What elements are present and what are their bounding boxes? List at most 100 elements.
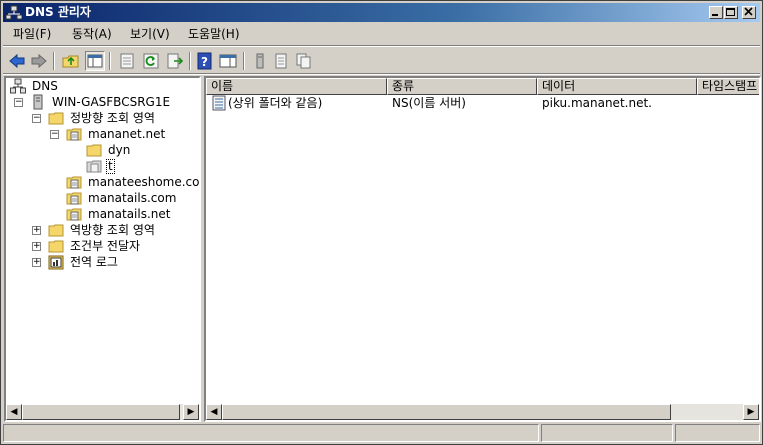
toolbar-separator-line [3,73,760,75]
tree-label: 정방향 조회 영역 [70,111,155,125]
toolbar-separator [109,52,111,70]
console-tree-pane[interactable]: DNS − WIN-GASFBCSRG1E − 정방향 조회 영역 − mana… [4,76,201,422]
zone-file-icon [66,192,82,205]
status-panel-tertiary [675,424,760,442]
folder-icon [86,144,102,157]
dns-app-icon [6,5,22,20]
grey-folder-icon [86,160,102,173]
properties-button[interactable] [117,51,137,71]
show-action-pane-button[interactable] [218,51,238,71]
tree-label: WIN-GASFBCSRG1E [52,95,171,109]
svg-text:?: ? [201,55,208,69]
record-type: NS(이름 서버) [392,96,466,110]
status-panel-secondary [541,424,673,442]
menu-file[interactable]: 파일(F) [13,27,51,41]
toolbar: ? [3,48,760,74]
folder-up-icon [62,55,79,68]
copy-records-button[interactable] [293,51,313,71]
tree-label: 조건부 전달자 [70,239,141,253]
up-one-level-button[interactable] [61,51,81,71]
server-tower-icon [256,53,264,69]
menu-view[interactable]: 보기(V) [130,27,170,41]
expand-icon[interactable]: + [32,242,41,251]
console-tree-icon [87,54,103,68]
export-list-icon [167,53,184,69]
tree-label: 전역 로그 [70,255,118,269]
folder-icon [48,240,64,253]
properties-icon [120,53,134,69]
menu-bar: 파일(F) 동작(A) 보기(V) 도움말(H) [3,24,760,44]
menu-help[interactable]: 도움말(H) [188,27,240,41]
expand-icon[interactable]: + [32,226,41,235]
window-title: DNS 관리자 [25,5,91,19]
column-header-type[interactable]: 종류 [387,78,537,95]
close-icon [744,7,753,16]
back-arrow-icon [9,53,25,69]
column-header-data[interactable]: 데이터 [537,78,697,95]
show-hide-console-tree-button[interactable] [85,51,105,71]
back-button[interactable] [7,51,27,71]
list-horizontal-scrollbar[interactable]: ◀ ▶ [206,404,759,420]
record-icon [212,95,226,111]
toolbar-separator [53,52,55,70]
toolbar-separator [243,52,245,70]
document-list-icon [275,53,287,69]
refresh-icon [143,53,159,69]
expand-icon[interactable]: + [32,258,41,267]
maximize-button[interactable] [724,6,738,19]
tree-label: dyn [108,143,131,157]
results-pane[interactable]: 이름 종류 데이터 타임스탬프 (상위 폴더와 같음) NS(이름 서버) pi… [204,76,761,422]
tree-horizontal-scrollbar[interactable]: ◀ ▶ [6,404,199,420]
zone-file-icon [66,176,82,189]
list-view-button[interactable] [271,51,291,71]
scroll-right-button[interactable]: ▶ [183,404,199,420]
scroll-thumb[interactable] [222,404,671,420]
maximize-icon [726,8,735,16]
collapse-icon[interactable]: − [50,130,59,139]
tree-label: manatails.com [88,191,177,205]
zone-file-icon [66,128,82,141]
event-log-icon [48,255,64,270]
tree-label: mananet.net [88,127,166,141]
record-name: (상위 폴더와 같음) [228,96,323,110]
status-bar [3,424,760,442]
action-pane-icon [219,54,237,68]
folder-icon [48,112,64,125]
tree-label: manatails.net [88,207,171,221]
toolbar-separator [189,52,191,70]
scroll-right-button[interactable]: ▶ [743,404,759,420]
tree-label: manateeshome.com [88,175,201,189]
export-list-button[interactable] [165,51,185,71]
server-icon [33,94,43,110]
tree-label: DNS [32,79,58,93]
column-header-timestamp[interactable]: 타임스탬프 [697,78,759,95]
scroll-left-button[interactable]: ◀ [6,404,22,420]
forward-button[interactable] [29,51,49,71]
refresh-button[interactable] [141,51,161,71]
forward-arrow-icon [31,53,47,69]
column-header-name[interactable]: 이름 [206,78,387,95]
server-button[interactable] [250,51,270,71]
help-button[interactable]: ? [195,51,215,71]
collapse-icon[interactable]: − [14,98,23,107]
tree-label: t [106,159,115,174]
menu-separator [3,45,760,47]
menu-action[interactable]: 동작(A) [72,27,112,41]
table-row[interactable]: (상위 폴더와 같음) NS(이름 서버) piku.mananet.net. [206,95,759,111]
zone-file-icon [66,208,82,221]
minimize-icon [712,14,718,16]
title-bar[interactable]: DNS 관리자 [3,3,760,22]
dns-icon [10,78,26,94]
dns-manager-window: DNS 관리자 파일(F) 동작(A) 보기(V) 도움말(H) ? DNS −… [0,0,763,445]
folder-icon [48,224,64,237]
scroll-thumb[interactable] [22,404,180,420]
tree-label: 역방향 조회 영역 [70,223,155,237]
close-button[interactable] [742,6,756,19]
scroll-left-button[interactable]: ◀ [206,404,222,420]
copy-documents-icon [296,53,311,69]
minimize-button[interactable] [709,6,723,19]
record-data: piku.mananet.net. [542,96,652,110]
status-panel-main [3,424,539,442]
collapse-icon[interactable]: − [32,114,41,123]
help-icon: ? [197,52,212,70]
